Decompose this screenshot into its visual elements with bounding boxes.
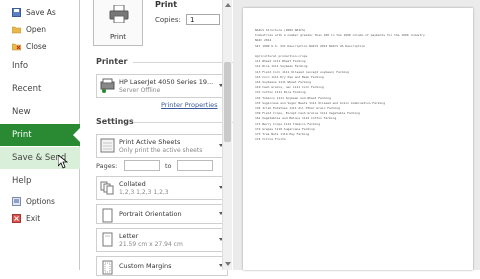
orientation-label: Portrait Orientation [119, 210, 182, 218]
preview-line: 133 Sugarcane and Sugar Beets 1111 Oilse… [255, 100, 386, 105]
folder-open-icon [11, 25, 22, 34]
preview-line: 119 Cash Grains, nec 1111 Corn Farming [255, 85, 324, 90]
nav-exit[interactable]: Exit [0, 212, 80, 224]
backstage-nav: Save As Open Close Info Recent New Print… [0, 0, 81, 270]
printer-properties-link[interactable]: Printer Properties [161, 101, 218, 109]
orientation-dropdown[interactable]: Portrait Orientation [96, 204, 228, 224]
pages-to-input[interactable] [177, 160, 213, 171]
margins-dropdown[interactable]: Custom Margins [96, 256, 228, 276]
nav-exit-label: Exit [26, 213, 41, 223]
save-as-icon [12, 7, 21, 17]
copies-label: Copies: [155, 16, 181, 24]
nav-new[interactable]: New [0, 106, 80, 118]
nav-open-label: Open [26, 24, 47, 34]
exit-icon [12, 213, 21, 223]
preview-line: 161 Vegetables and Melons 1112 Cotton Fa… [255, 116, 337, 121]
preview-line: 139 Field Crops, Except Cash Grains 1111… [255, 111, 360, 116]
print-scope-title: Print Active Sheets [119, 138, 181, 146]
preview-line: 173 Tree Nuts 1119 Hay Farming [255, 132, 310, 136]
nav-options[interactable]: Options [0, 195, 80, 207]
preview-line: Industries with a number greater than 10… [255, 33, 425, 38]
nav-save-send[interactable]: Save & Send [0, 147, 80, 169]
copies-input[interactable]: 1 [186, 14, 220, 25]
mouse-cursor-icon [58, 155, 68, 169]
preview-page: NAICS Structure (2002 NAICS) Industries w… [243, 8, 473, 270]
custom-margins-icon [100, 260, 115, 275]
nav-options-label: Options [26, 196, 55, 206]
nav-save-as[interactable]: Save As [0, 6, 80, 18]
preview-line: NAICS Structure (2002 NAICS) [255, 28, 306, 32]
preview-line: 132 Tobacco 1111 Soybean and Wheat Farmi… [255, 95, 331, 100]
printer-divider [133, 62, 233, 63]
portrait-orientation-icon [100, 208, 115, 223]
nav-print[interactable]: Print [0, 124, 81, 146]
printer-heading: Printer [96, 57, 128, 66]
preview-line: 131 Cotton 1111 Rice Farming [255, 90, 306, 95]
preview-line: 134 Irish Potatoes 1111 All Other Grain … [255, 106, 340, 110]
print-scope-subtitle: Only print the active sheets [119, 147, 203, 154]
nav-close[interactable]: Close [0, 40, 80, 52]
print-scope-dropdown[interactable]: Print Active Sheets Only print the activ… [96, 134, 228, 158]
nav-new-label: New [12, 107, 31, 117]
active-sheets-icon [100, 138, 115, 153]
print-settings-panel: Print Print Copies: 1 ▲▼ Printer HP Lase… [81, 0, 236, 276]
settings-scrollbar[interactable] [222, 0, 232, 270]
settings-divider [133, 122, 233, 123]
collation-title: Collated [119, 180, 146, 188]
margins-label: Custom Margins [119, 262, 172, 270]
close-file-icon [11, 42, 22, 51]
collation-dropdown[interactable]: Collated 1,2,3 1,2,3 1,2,3 [96, 176, 228, 200]
preview-line: SIC 1990 U.S. SIC Description NAICS 2012… [255, 43, 366, 48]
preview-line: 174 Citrus Fruits [255, 137, 286, 142]
paper-size-title: Letter [119, 232, 139, 240]
scroll-down-icon[interactable] [225, 262, 231, 266]
preview-line: 113 Field Corn 1111 Oilseed (except soyb… [255, 69, 349, 74]
paper-size-subtitle: 21.59 cm x 27.94 cm [119, 241, 183, 248]
preview-line: 111 Wheat 1111 Wheat Farming [255, 59, 306, 64]
options-icon [12, 196, 21, 206]
printer-device-icon [100, 78, 115, 93]
preview-line: NAIC 2012 [255, 38, 272, 43]
collation-subtitle: 1,2,3 1,2,3 1,2,3 [119, 189, 169, 196]
nav-help[interactable]: Help [0, 175, 80, 187]
printer-status: Server Offline [119, 87, 161, 94]
paper-size-dropdown[interactable]: Letter 21.59 cm x 27.94 cm [96, 228, 228, 252]
nav-save-as-label: Save As [26, 7, 56, 17]
preview-line: Agricultural production-crops [255, 54, 308, 58]
nav-help-label: Help [12, 176, 32, 186]
preview-line: 115 Corn 1111 Dry Pea and Bean Farming [255, 74, 324, 79]
preview-line: 172 Grapes 1119 Sugarcane Farming [255, 126, 315, 131]
preview-line: 116 Soybeans 1111 Wheat Farming [255, 80, 311, 84]
printer-dropdown[interactable]: HP LaserJet 4050 Series 19... Server Off… [96, 74, 228, 98]
print-button[interactable]: Print [93, 0, 143, 46]
printer-icon [109, 5, 129, 23]
nav-info[interactable]: Info [0, 60, 80, 72]
preview-line: 112 Rice 1111 Soybean Farming [255, 64, 308, 69]
printer-name: HP LaserJet 4050 Series 19... [119, 78, 214, 86]
pages-to-label: to [165, 162, 172, 170]
preview-line: 171 Berry Crops 1112 Tobacco Farming [255, 121, 321, 126]
nav-recent-label: Recent [12, 84, 42, 94]
pages-label: Pages: [96, 162, 118, 170]
print-preview-area: NAICS Structure (2002 NAICS) Industries w… [233, 0, 480, 270]
print-button-label: Print [109, 33, 127, 41]
pages-from-input[interactable] [124, 160, 160, 171]
nav-open[interactable]: Open [0, 23, 80, 35]
nav-print-label: Print [12, 130, 32, 140]
nav-close-label: Close [26, 41, 47, 51]
collated-icon [100, 180, 115, 195]
settings-heading: Settings [96, 117, 134, 126]
print-heading: Print [155, 0, 178, 9]
paper-size-icon [100, 232, 115, 247]
scroll-up-icon[interactable] [225, 3, 231, 7]
nav-recent[interactable]: Recent [0, 83, 80, 95]
nav-info-label: Info [12, 61, 29, 71]
scrollbar-thumb[interactable] [224, 62, 231, 142]
